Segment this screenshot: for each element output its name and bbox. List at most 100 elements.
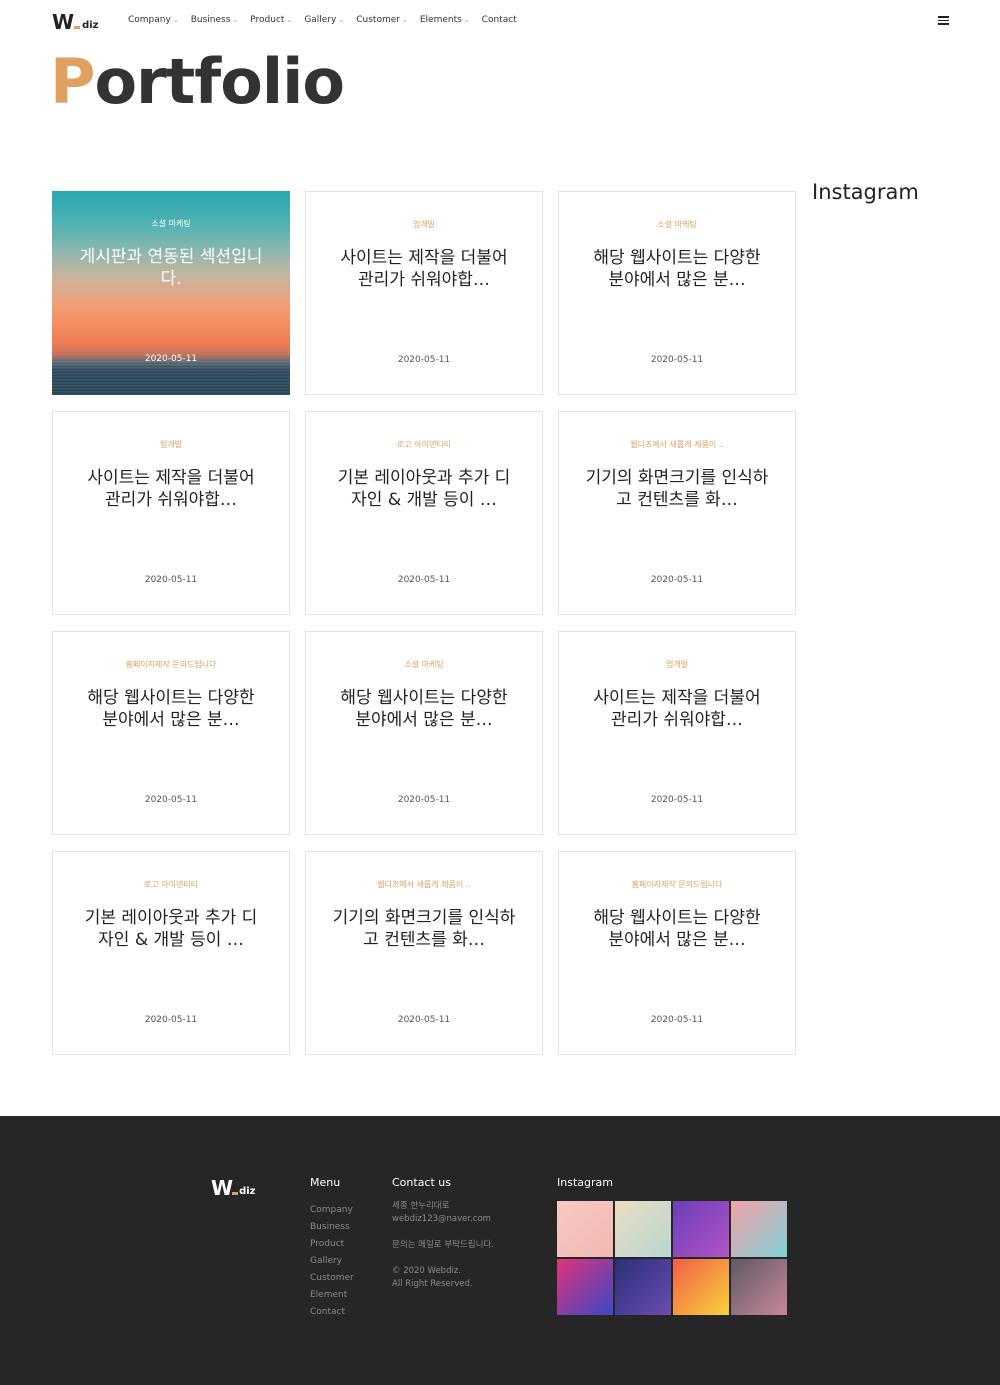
- footer-copyright-line2: All Right Reserved.: [392, 1279, 473, 1289]
- hamburger-menu-icon[interactable]: [938, 16, 949, 26]
- site-logo[interactable]: Wdiz: [52, 12, 98, 32]
- page-title: Portfolio: [50, 42, 345, 122]
- portfolio-card-featured[interactable]: 소셜 마케팅 게시판과 연동된 섹션입니다. 2020-05-11: [52, 191, 290, 395]
- footer-menu-item-business[interactable]: Business: [310, 1219, 354, 1236]
- portfolio-card[interactable]: 로고 아이덴티티 기본 레이아웃과 추가 디자인 & 개발 등이 … 2020-05…: [305, 411, 543, 615]
- sidebar-instagram-title: Instagram: [812, 180, 919, 204]
- card-title: 사이트는 제작을 더불어 관리가 쉬워야합…: [340, 248, 508, 290]
- card-category: 홈페이지제작 문의드립니다: [631, 880, 723, 889]
- nav-item-customer[interactable]: Customer ⌄: [356, 15, 408, 25]
- insta-photo-purple-smoke[interactable]: [673, 1201, 729, 1257]
- page-title-initial: P: [50, 45, 95, 118]
- card-category: 로고 아이덴티티: [396, 440, 452, 449]
- chevron-down-icon: ⌄: [463, 16, 470, 24]
- card-category: 소셜 마케팅: [657, 220, 697, 229]
- footer-menu-item-gallery[interactable]: Gallery: [310, 1253, 354, 1270]
- site-header: Wdiz Company ⌄ Business ⌄ Product ⌄ Gallery ⌄ Cu…: [0, 0, 1000, 44]
- portfolio-card[interactable]: 업개발 사이트는 제작을 더불어 관리가 쉬워야합… 2020-05-11: [52, 411, 290, 615]
- footer-logo[interactable]: Wdiz: [211, 1178, 255, 1198]
- card-title: 해당 웹사이트는 다양한 분야에서 많은 분…: [340, 688, 508, 730]
- card-date: 2020-05-11: [144, 795, 198, 805]
- nav-item-product[interactable]: Product ⌄: [250, 15, 292, 25]
- footer-logo-text: diz: [239, 1186, 256, 1197]
- card-date: 2020-05-11: [650, 355, 704, 365]
- chevron-down-icon: ⌄: [401, 16, 408, 24]
- insta-photo-starry-sky[interactable]: [615, 1259, 671, 1315]
- card-title: 게시판과 연동된 섹션입니다.: [79, 247, 263, 289]
- card-title: 기본 레이아웃과 추가 디자인 & 개발 등이 …: [337, 468, 511, 510]
- footer-instagram-grid: [557, 1201, 789, 1315]
- card-category: 소셜 마케팅: [151, 219, 191, 228]
- insta-photo-color-rings[interactable]: [673, 1259, 729, 1315]
- insta-photo-bottle[interactable]: [731, 1259, 787, 1315]
- nav-item-label: Gallery: [304, 15, 337, 25]
- chevron-down-icon: ⌄: [286, 16, 293, 24]
- chevron-down-icon: ⌄: [338, 16, 345, 24]
- nav-item-label: Company: [128, 15, 171, 25]
- page-title-rest: ortfolio: [94, 45, 344, 118]
- card-date: 2020-05-11: [144, 1015, 198, 1025]
- card-date: 2020-05-11: [650, 795, 704, 805]
- insta-photo-neon-corridor[interactable]: [557, 1259, 613, 1315]
- logo-text: diz: [82, 20, 99, 31]
- footer-contact-email[interactable]: webdiz123@naver.com: [392, 1213, 491, 1226]
- nav-item-label: Customer: [356, 15, 400, 25]
- nav-item-company[interactable]: Company ⌄: [128, 15, 179, 25]
- site-footer: Wdiz Menu Company Business Product Gallery C…: [0, 1116, 1000, 1385]
- footer-menu-item-product[interactable]: Product: [310, 1236, 354, 1253]
- card-title: 사이트는 제작을 더불어 관리가 쉬워야합…: [593, 688, 761, 730]
- portfolio-card[interactable]: 업개발 사이트는 제작을 더불어 관리가 쉬워야합… 2020-05-11: [305, 191, 543, 395]
- insta-photo-pattern[interactable]: [557, 1201, 613, 1257]
- card-title: 기기의 화면크기를 인식하고 컨텐츠를 화…: [332, 908, 516, 950]
- portfolio-card[interactable]: 로고 아이덴티티기본 레이아웃과 추가 디자인 & 개발 등이 … 2020-05…: [52, 851, 290, 1055]
- card-category: 홈페이지제작 문의드립니다: [125, 660, 217, 669]
- card-title: 기본 레이아웃과 추가 디자인 & 개발 등이 …: [84, 908, 258, 950]
- footer-logo-dot: [232, 1192, 239, 1195]
- footer-menu-item-contact[interactable]: Contact: [310, 1304, 354, 1321]
- footer-menu-item-company[interactable]: Company: [310, 1202, 354, 1219]
- card-date: 2020-05-11: [650, 575, 704, 585]
- nav-item-label: Business: [190, 15, 231, 25]
- card-date: 2020-05-11: [650, 1015, 704, 1025]
- sunset-sea-image: [52, 361, 290, 395]
- nav-item-gallery[interactable]: Gallery ⌄: [304, 15, 344, 25]
- nav-item-contact[interactable]: Contact: [482, 15, 517, 25]
- portfolio-card[interactable]: 소셜 마케팅 해당 웹사이트는 다양한 분야에서 많은 분… 2020-05-11: [305, 631, 543, 835]
- footer-copyright-line1: © 2020 Webdiz.: [392, 1266, 461, 1276]
- card-category: 로고 아이덴티티: [143, 880, 199, 889]
- card-title: 기기의 화면크기를 인식하고 컨텐츠를 화…: [585, 468, 769, 510]
- nav-item-business[interactable]: Business ⌄: [191, 15, 239, 25]
- main-nav: Company ⌄ Business ⌄ Product ⌄ Gallery ⌄ Custome…: [128, 15, 517, 25]
- portfolio-card[interactable]: 업개발 사이트는 제작을 더불어 관리가 쉬워야합… 2020-05-11: [558, 631, 796, 835]
- insta-photo-pink-paint[interactable]: [731, 1201, 787, 1257]
- card-category: 웹디즈에서 새롭게 제품이 ..: [377, 880, 471, 889]
- logo-mark: W: [52, 10, 74, 34]
- footer-contact-note: 문의는 메일로 부탁드립니다.: [392, 1240, 494, 1250]
- insta-photo-illustration[interactable]: [615, 1201, 671, 1257]
- nav-item-elements[interactable]: Elements ⌄: [420, 15, 470, 25]
- footer-contact-address: 세종 한누리대로: [392, 1201, 450, 1211]
- nav-item-label: Elements: [419, 15, 462, 25]
- card-date: 2020-05-11: [144, 575, 198, 585]
- card-date: 2020-05-11: [397, 1015, 451, 1025]
- portfolio-card[interactable]: 웹디즈에서 새롭게 제품이 .. 기기의 화면크기를 인식하고 컨텐츠를 화… 20…: [305, 851, 543, 1055]
- card-title: 해당 웹사이트는 다양한 분야에서 많은 분…: [87, 688, 255, 730]
- portfolio-card[interactable]: 홈페이지제작 문의드립니다해당 웹사이트는 다양한 분야에서 많은 분… 2020…: [558, 851, 796, 1055]
- chevron-down-icon: ⌄: [232, 16, 239, 24]
- card-category: 웹디즈에서 새롭게 제품이 ..: [630, 440, 724, 449]
- logo-dot: [74, 26, 81, 29]
- chevron-down-icon: ⌄: [172, 16, 179, 24]
- card-title: 해당 웹사이트는 다양한 분야에서 많은 분…: [593, 248, 761, 290]
- portfolio-card[interactable]: 홈페이지제작 문의드립니다해당 웹사이트는 다양한 분야에서 많은 분… 2020…: [52, 631, 290, 835]
- card-title: 사이트는 제작을 더불어 관리가 쉬워야합…: [87, 468, 255, 510]
- footer-logo-mark: W: [211, 1176, 233, 1200]
- portfolio-card[interactable]: 웹디즈에서 새롭게 제품이 .. 기기의 화면크기를 인식하고 컨텐츠를 화… 20…: [558, 411, 796, 615]
- footer-menu-item-element[interactable]: Element: [310, 1287, 354, 1304]
- footer-menu-item-customer[interactable]: Customer: [310, 1270, 354, 1287]
- nav-item-label: Contact: [481, 15, 517, 25]
- card-category: 업개발: [412, 220, 436, 229]
- footer-menu-title: Menu: [310, 1176, 341, 1189]
- portfolio-card[interactable]: 소셜 마케팅해당 웹사이트는 다양한 분야에서 많은 분… 2020-05-11: [558, 191, 796, 395]
- nav-item-label: Product: [250, 15, 285, 25]
- card-title: 해당 웹사이트는 다양한 분야에서 많은 분…: [593, 908, 761, 950]
